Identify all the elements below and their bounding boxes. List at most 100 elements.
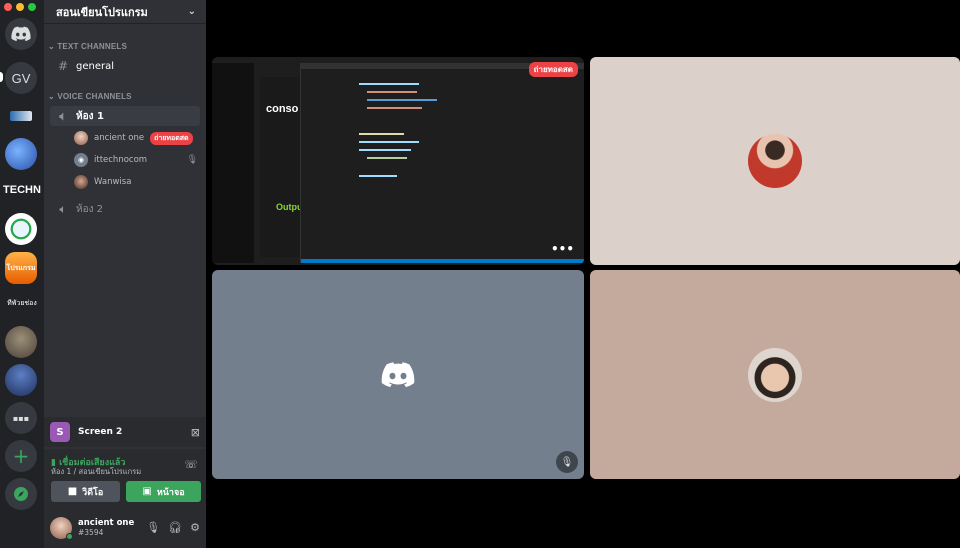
slide-output: Outpu	[276, 202, 303, 212]
discord-logo-icon	[11, 26, 31, 42]
code-line	[359, 141, 419, 143]
stream-code-editor	[300, 63, 584, 263]
code-line	[359, 149, 411, 151]
disconnect-icon[interactable]: ☏	[184, 458, 198, 471]
server-label-a: โปรแกรม	[6, 264, 36, 272]
avatar	[74, 175, 88, 189]
channel-name: ห้อง 2	[76, 203, 104, 215]
more-options-icon[interactable]: •••	[551, 242, 574, 256]
user-tag: #3594	[78, 528, 104, 537]
participant-tile-3[interactable]	[590, 270, 960, 479]
headphones-icon[interactable]: 🎧︎	[168, 521, 182, 534]
code-line	[367, 157, 407, 159]
avatar[interactable]	[50, 516, 73, 540]
code-line	[359, 83, 419, 85]
voice-user-ittechnocom[interactable]: ◉ ittechnocom 🎙︎	[74, 151, 198, 169]
server-techn[interactable]: TECHN	[0, 184, 44, 196]
server-gv[interactable]: GV	[5, 62, 37, 94]
stream-slide-thumbnails	[212, 63, 254, 263]
gear-icon[interactable]: ⚙	[190, 521, 200, 534]
speaker-icon: 🔈︎	[59, 108, 67, 123]
participant-tile-1[interactable]	[590, 57, 960, 265]
home-button[interactable]	[5, 18, 37, 50]
participant-tile-2[interactable]: 🎙︎	[212, 270, 584, 479]
server-thumb-icon	[10, 111, 32, 121]
voice-user-ancient-one[interactable]: ancient one ถ่ายทอดสด	[74, 129, 198, 147]
online-status-icon	[66, 532, 73, 540]
speaker-icon: 🔈︎	[59, 201, 67, 216]
avatar: ◉	[74, 153, 88, 167]
minimize-window-button[interactable]	[16, 3, 24, 11]
chevron-down-icon: ⌄	[187, 6, 196, 17]
code-line	[359, 133, 404, 135]
user-name: ittechnocom	[94, 155, 148, 165]
screen-share-button[interactable]: ▣ หน้าจอ	[126, 481, 201, 502]
stop-streaming-icon[interactable]: ⊠	[191, 426, 200, 439]
guild-name: สอนเขียนโปรแกรม	[56, 5, 148, 19]
stream-tile[interactable]: conso Outpu ถ่ายทอดสด •••	[212, 57, 584, 265]
chevron-down-icon: ⌄	[48, 42, 58, 51]
server-icon-green[interactable]	[5, 213, 37, 245]
screen-share-icon: ▣	[142, 486, 152, 497]
server-rail: GV TECHN โปรแกรม ทีพัวยช่อง ▪▪▪ +	[0, 0, 44, 548]
server-label-b[interactable]: ทีพัวยช่อง	[0, 298, 44, 309]
active-server-pill	[0, 72, 3, 82]
channel-name: ห้อง 1	[76, 110, 104, 122]
hashtag-icon: #	[57, 59, 69, 73]
channel-general[interactable]: # general	[50, 56, 200, 76]
voice-user-wanwisa[interactable]: Wanwisa	[74, 173, 198, 191]
live-badge: ถ่ายทอดสด	[150, 131, 193, 145]
voice-channel-room-1[interactable]: 🔈︎ ห้อง 1	[50, 106, 200, 126]
server-icon-blue[interactable]	[5, 138, 37, 170]
user-name: ancient one	[78, 518, 135, 528]
code-line	[367, 91, 417, 93]
video-button[interactable]: ■ วิดีโอ	[51, 481, 120, 502]
server-icon-dark[interactable]	[5, 100, 37, 132]
text-channels-category[interactable]: ⌄ TEXT CHANNELS	[48, 42, 127, 51]
voice-channels-category[interactable]: ⌄ VOICE CHANNELS	[48, 92, 132, 101]
code-line	[359, 175, 397, 177]
explore-servers-icon[interactable]	[5, 478, 37, 510]
screen-source-icon: S	[50, 422, 70, 442]
video-button-label: วิดีโอ	[82, 487, 104, 498]
category-label: VOICE CHANNELS	[57, 92, 132, 101]
avatar	[74, 131, 88, 145]
camera-icon: ■	[67, 486, 78, 497]
user-info[interactable]: ancient one #3594	[78, 518, 134, 537]
compass-icon	[14, 487, 28, 501]
stream-slide: conso Outpu	[260, 77, 303, 257]
muted-mic-icon: 🎙︎	[186, 155, 198, 165]
voice-channel-room-2[interactable]: 🔈︎ ห้อง 2	[50, 199, 200, 219]
category-label: TEXT CHANNELS	[57, 42, 128, 51]
close-window-button[interactable]	[4, 3, 12, 11]
maximize-window-button[interactable]	[28, 3, 36, 11]
server-icon-gamer[interactable]	[5, 364, 37, 396]
code-line	[367, 99, 437, 101]
screen-button-label: หน้าจอ	[156, 487, 185, 498]
window-controls	[4, 3, 36, 11]
guild-header[interactable]: สอนเขียนโปรแกรม ⌄	[44, 0, 206, 24]
server-icon-folder[interactable]: ▪▪▪	[5, 402, 37, 434]
slide-title: conso	[266, 103, 299, 115]
server-icon-photo[interactable]	[5, 326, 37, 358]
chevron-down-icon: ⌄	[48, 92, 58, 101]
muted-mic-icon: 🎙︎	[556, 451, 578, 473]
add-server-icon[interactable]: +	[5, 440, 37, 472]
discord-app: GV TECHN โปรแกรม ทีพัวยช่อง ▪▪▪ + สอนเขี…	[0, 0, 960, 548]
avatar	[748, 347, 802, 402]
voice-connection-panel: ▮ เชื่อมต่อเสียงแล้ว ห้อง 1 / สอนเขียนโป…	[44, 449, 206, 507]
screen-source-label: Screen 2	[78, 427, 123, 437]
live-badge: ถ่ายทอดสด	[528, 62, 578, 77]
voice-location: ห้อง 1 / สอนเขียนโปรแกรม	[51, 467, 142, 476]
user-name: Wanwisa	[94, 177, 132, 187]
avatar	[748, 134, 802, 188]
discord-logo-icon	[381, 361, 415, 387]
user-name: ancient one	[94, 133, 145, 143]
server-icon-orange[interactable]: โปรแกรม	[5, 252, 37, 284]
code-line	[367, 107, 422, 109]
channel-name: general	[76, 60, 115, 72]
microphone-icon[interactable]: 🎙︎	[146, 521, 160, 534]
user-panel: ancient one #3594 🎙︎ 🎧︎ ⚙	[44, 507, 206, 548]
screen-share-panel: S Screen 2 ⊠	[44, 417, 206, 447]
editor-status-bar	[301, 259, 584, 263]
